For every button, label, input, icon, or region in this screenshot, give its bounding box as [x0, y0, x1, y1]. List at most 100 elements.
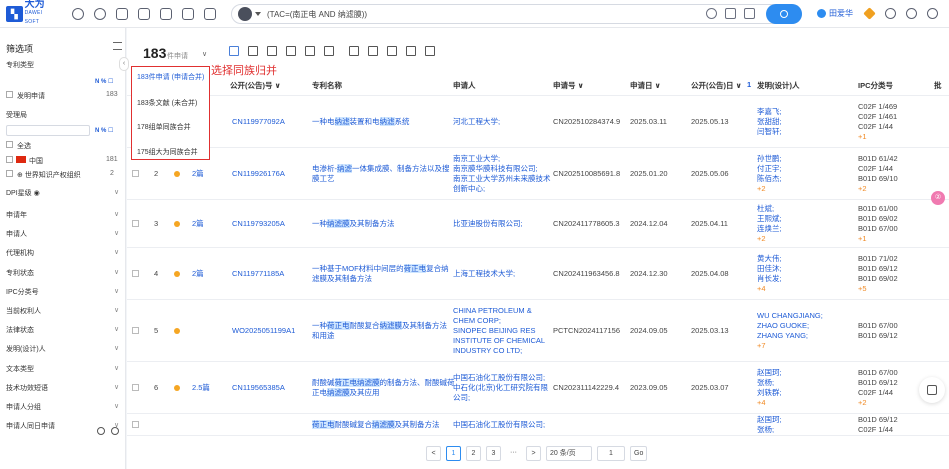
table-view-icon[interactable]: [248, 46, 258, 56]
chevron-down-icon[interactable]: ∨: [114, 268, 119, 276]
box-icon[interactable]: [425, 46, 435, 56]
ipc-code[interactable]: +2: [858, 398, 867, 408]
history-icon[interactable]: [94, 7, 106, 20]
applicant-link[interactable]: 中国石油化工股份有限公司;: [453, 420, 545, 430]
pub-no-link[interactable]: WO2025051199A1: [232, 326, 295, 336]
applicant-link[interactable]: 南京工业大学;: [453, 154, 500, 164]
inventor-more[interactable]: +4: [757, 284, 766, 294]
search-query-input[interactable]: (TAC=(南正电 AND 纳滤膜)): [267, 9, 367, 20]
go-button[interactable]: Go: [630, 446, 648, 461]
applicant-link[interactable]: 比亚迪股份有限公司;: [453, 219, 523, 229]
inventor-more[interactable]: +2: [757, 234, 766, 244]
facet-option-invention[interactable]: 发明申请: [17, 91, 45, 101]
facet-item[interactable]: 当前权利人: [6, 306, 41, 316]
applicant-link[interactable]: 南京工业大学苏州未来膜技术: [453, 174, 551, 184]
facet-item[interactable]: IPC分类号: [6, 287, 39, 297]
patent-title-link[interactable]: 膜工艺: [312, 174, 335, 184]
inventor-link[interactable]: 李嘉飞;: [757, 107, 782, 117]
facet-tools[interactable]: N % ☐: [95, 127, 113, 134]
page-size-select[interactable]: 20 条/页: [546, 446, 592, 461]
row-checkbox[interactable]: [132, 384, 139, 391]
table-row[interactable]: 荷正电耐酸碱复合纳滤膜及其制备方法 中国石油化工股份有限公司; 赵国珂; 张杨; B01…: [127, 414, 949, 436]
inventor-link[interactable]: 付正宇;: [757, 164, 782, 174]
col-app-no[interactable]: 申请号 ∨: [553, 80, 584, 91]
table-row[interactable]: CN119977092A 一种电纳滤装置和电纳滤系统 河北工程大学; CN202510…: [127, 96, 949, 148]
report-icon[interactable]: [368, 46, 378, 56]
pub-no-link[interactable]: CN119977092A: [232, 117, 285, 127]
jump-page-input[interactable]: 1: [597, 446, 625, 461]
inventor-link[interactable]: ZHAO GUOKE;: [757, 321, 809, 331]
page-button[interactable]: 3: [486, 446, 501, 461]
inventor-link[interactable]: ZHANG YANG;: [757, 331, 808, 341]
patent-title-link[interactable]: 一种荷正电耐酸复合纳滤膜及其制备方法: [312, 321, 447, 331]
gear-icon[interactable]: [111, 427, 119, 435]
prev-page-button[interactable]: <: [426, 446, 441, 461]
family-count-badge[interactable]: 2篇: [192, 269, 204, 279]
patent-title-link[interactable]: 耐酸碱荷正电纳滤膜的制备方法、耐酸碱荷: [312, 378, 455, 388]
applicant-link[interactable]: 中国石油化工股份有限公司;: [453, 373, 545, 383]
inventor-link[interactable]: 杜斌;: [757, 204, 774, 214]
patent-title-link[interactable]: 正电纳滤膜及其应用: [312, 388, 380, 398]
chevron-down-icon[interactable]: ∨: [114, 383, 119, 391]
checkbox-wipo[interactable]: [6, 170, 13, 177]
chart-icon[interactable]: [406, 46, 416, 56]
clear-icon[interactable]: [706, 8, 717, 19]
inventor-link[interactable]: 陈佰杰;: [757, 174, 782, 184]
patent-title-link[interactable]: 和用途: [312, 331, 335, 341]
facet-item[interactable]: 申请人分组: [6, 402, 41, 412]
facet-option-wipo[interactable]: ⊕ 世界知识产权组织: [17, 170, 81, 180]
table-row[interactable]: 3 2篇 CN119793205A 一种纳滤膜及其制备方法 比亚迪股份有限公司; CN20…: [127, 200, 949, 248]
analysis-icon[interactable]: [138, 7, 150, 20]
page-button[interactable]: 1: [446, 446, 461, 461]
inventor-link[interactable]: 赵国珂;: [757, 368, 782, 378]
chevron-down-icon[interactable]: ∨: [114, 248, 119, 256]
checkbox-invention[interactable]: [6, 91, 13, 98]
sort-icon[interactable]: [305, 46, 315, 56]
float-menu-button[interactable]: [919, 377, 945, 403]
patent-title-link[interactable]: 电渗析-纳滤一体集成膜、制备方法以及搜: [312, 164, 450, 174]
image-view-icon[interactable]: [267, 46, 277, 56]
row-checkbox[interactable]: [132, 270, 139, 277]
facet-item[interactable]: 代理机构: [6, 248, 34, 258]
applicant-link[interactable]: 上海工程技术大学;: [453, 269, 515, 279]
chevron-down-icon[interactable]: ∨: [114, 344, 119, 352]
image-search-icon[interactable]: [744, 8, 755, 19]
facet-item[interactable]: 文本类型: [6, 364, 34, 374]
row-checkbox[interactable]: [132, 327, 139, 334]
chevron-down-icon[interactable]: ∨: [114, 364, 119, 372]
dropdown-option[interactable]: 178组单同族合并: [137, 122, 191, 132]
facet-search-input[interactable]: [6, 125, 90, 136]
row-checkbox[interactable]: [132, 220, 139, 227]
applicant-link[interactable]: 南京膜华膜科技有限公司;: [453, 164, 538, 174]
ipc-code[interactable]: +5: [858, 284, 867, 294]
pub-no-link[interactable]: CN119565385A: [232, 383, 285, 393]
facet-dpi[interactable]: DPI星级 ◉: [6, 188, 40, 198]
list-view-icon[interactable]: [229, 46, 239, 56]
facet-option-all[interactable]: 全选: [17, 141, 31, 151]
inventor-link[interactable]: 肖长发;: [757, 274, 782, 284]
facet-item[interactable]: 技术功效短语: [6, 383, 48, 393]
pub-no-link[interactable]: CN119771185A: [232, 269, 284, 279]
chevron-down-icon[interactable]: [255, 12, 261, 16]
inventor-link[interactable]: 张甜甜;: [757, 117, 782, 127]
facet-authority[interactable]: 受理局: [6, 110, 27, 120]
page-button[interactable]: 2: [466, 446, 481, 461]
chevron-down-icon[interactable]: ∨: [114, 306, 119, 314]
chevron-down-icon[interactable]: ∨: [114, 188, 119, 196]
inventor-more[interactable]: +2: [757, 184, 766, 194]
inventor-link[interactable]: WU CHANGJIANG;: [757, 311, 823, 321]
result-count[interactable]: 183: [143, 45, 166, 61]
facet-item[interactable]: 申请年: [6, 210, 27, 220]
logo[interactable]: ▚ 大为 DAWEI SOFT: [6, 0, 56, 27]
patent-title-link[interactable]: 一种电纳滤装置和电纳滤系统: [312, 117, 410, 127]
chevron-down-icon[interactable]: ∨: [114, 229, 119, 237]
expand-icon[interactable]: [387, 46, 397, 56]
ipc-code[interactable]: +2: [858, 184, 867, 194]
inventor-more[interactable]: +4: [757, 398, 766, 408]
dropdown-option[interactable]: 175组大为同族合并: [137, 147, 198, 157]
search-box[interactable]: (TAC=(南正电 AND 纳滤膜)): [231, 4, 802, 24]
applicant-link[interactable]: CHEM CORP;: [453, 316, 501, 326]
family-count-badge[interactable]: 2篇: [192, 219, 204, 229]
filter-settings-icon[interactable]: [113, 42, 122, 50]
table-row[interactable]: 5 WO2025051199A1 一种荷正电耐酸复合纳滤膜及其制备方法 和用途 CHIN…: [127, 300, 949, 362]
